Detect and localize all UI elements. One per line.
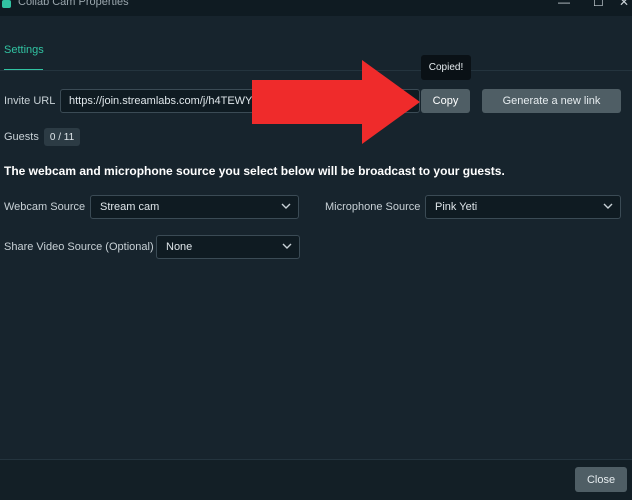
invite-url-value: https://join.streamlabs.com/j/h4TEWY bbox=[69, 95, 253, 107]
app-icon bbox=[2, 0, 11, 8]
copied-tooltip: Copied! bbox=[421, 55, 471, 80]
microphone-source-label: Microphone Source bbox=[325, 201, 421, 213]
maximize-button[interactable]: ☐ bbox=[593, 0, 604, 9]
close-window-button[interactable]: ✕ bbox=[619, 0, 629, 9]
chevron-down-icon bbox=[281, 203, 291, 209]
red-arrow-icon bbox=[252, 60, 420, 144]
minimize-button[interactable]: — bbox=[558, 0, 570, 9]
webcam-source-label: Webcam Source bbox=[4, 201, 86, 213]
close-button[interactable]: Close bbox=[575, 467, 627, 492]
generate-link-button[interactable]: Generate a new link bbox=[482, 89, 621, 113]
window-title: Collab Cam Properties bbox=[18, 0, 129, 8]
share-video-source-value: None bbox=[166, 241, 193, 253]
title-bar: Collab Cam Properties — ☐ ✕ bbox=[0, 0, 632, 16]
invite-url-label: Invite URL bbox=[4, 95, 56, 107]
broadcast-info-heading: The webcam and microphone source you sel… bbox=[4, 164, 505, 178]
share-video-source-label: Share Video Source (Optional) bbox=[4, 241, 154, 253]
copy-button[interactable]: Copy bbox=[421, 89, 470, 113]
microphone-source-value: Pink Yeti bbox=[435, 201, 478, 213]
footer-bar bbox=[0, 460, 632, 500]
guests-count-badge: 0 / 11 bbox=[44, 128, 80, 146]
microphone-source-select[interactable]: Pink Yeti bbox=[425, 195, 621, 219]
share-video-source-select[interactable]: None bbox=[156, 235, 300, 259]
tab-settings[interactable]: Settings bbox=[4, 44, 44, 56]
chevron-down-icon bbox=[603, 203, 613, 209]
webcam-source-value: Stream cam bbox=[100, 201, 160, 213]
guests-label: Guests bbox=[4, 131, 39, 143]
webcam-source-select[interactable]: Stream cam bbox=[90, 195, 299, 219]
chevron-down-icon bbox=[282, 243, 292, 249]
